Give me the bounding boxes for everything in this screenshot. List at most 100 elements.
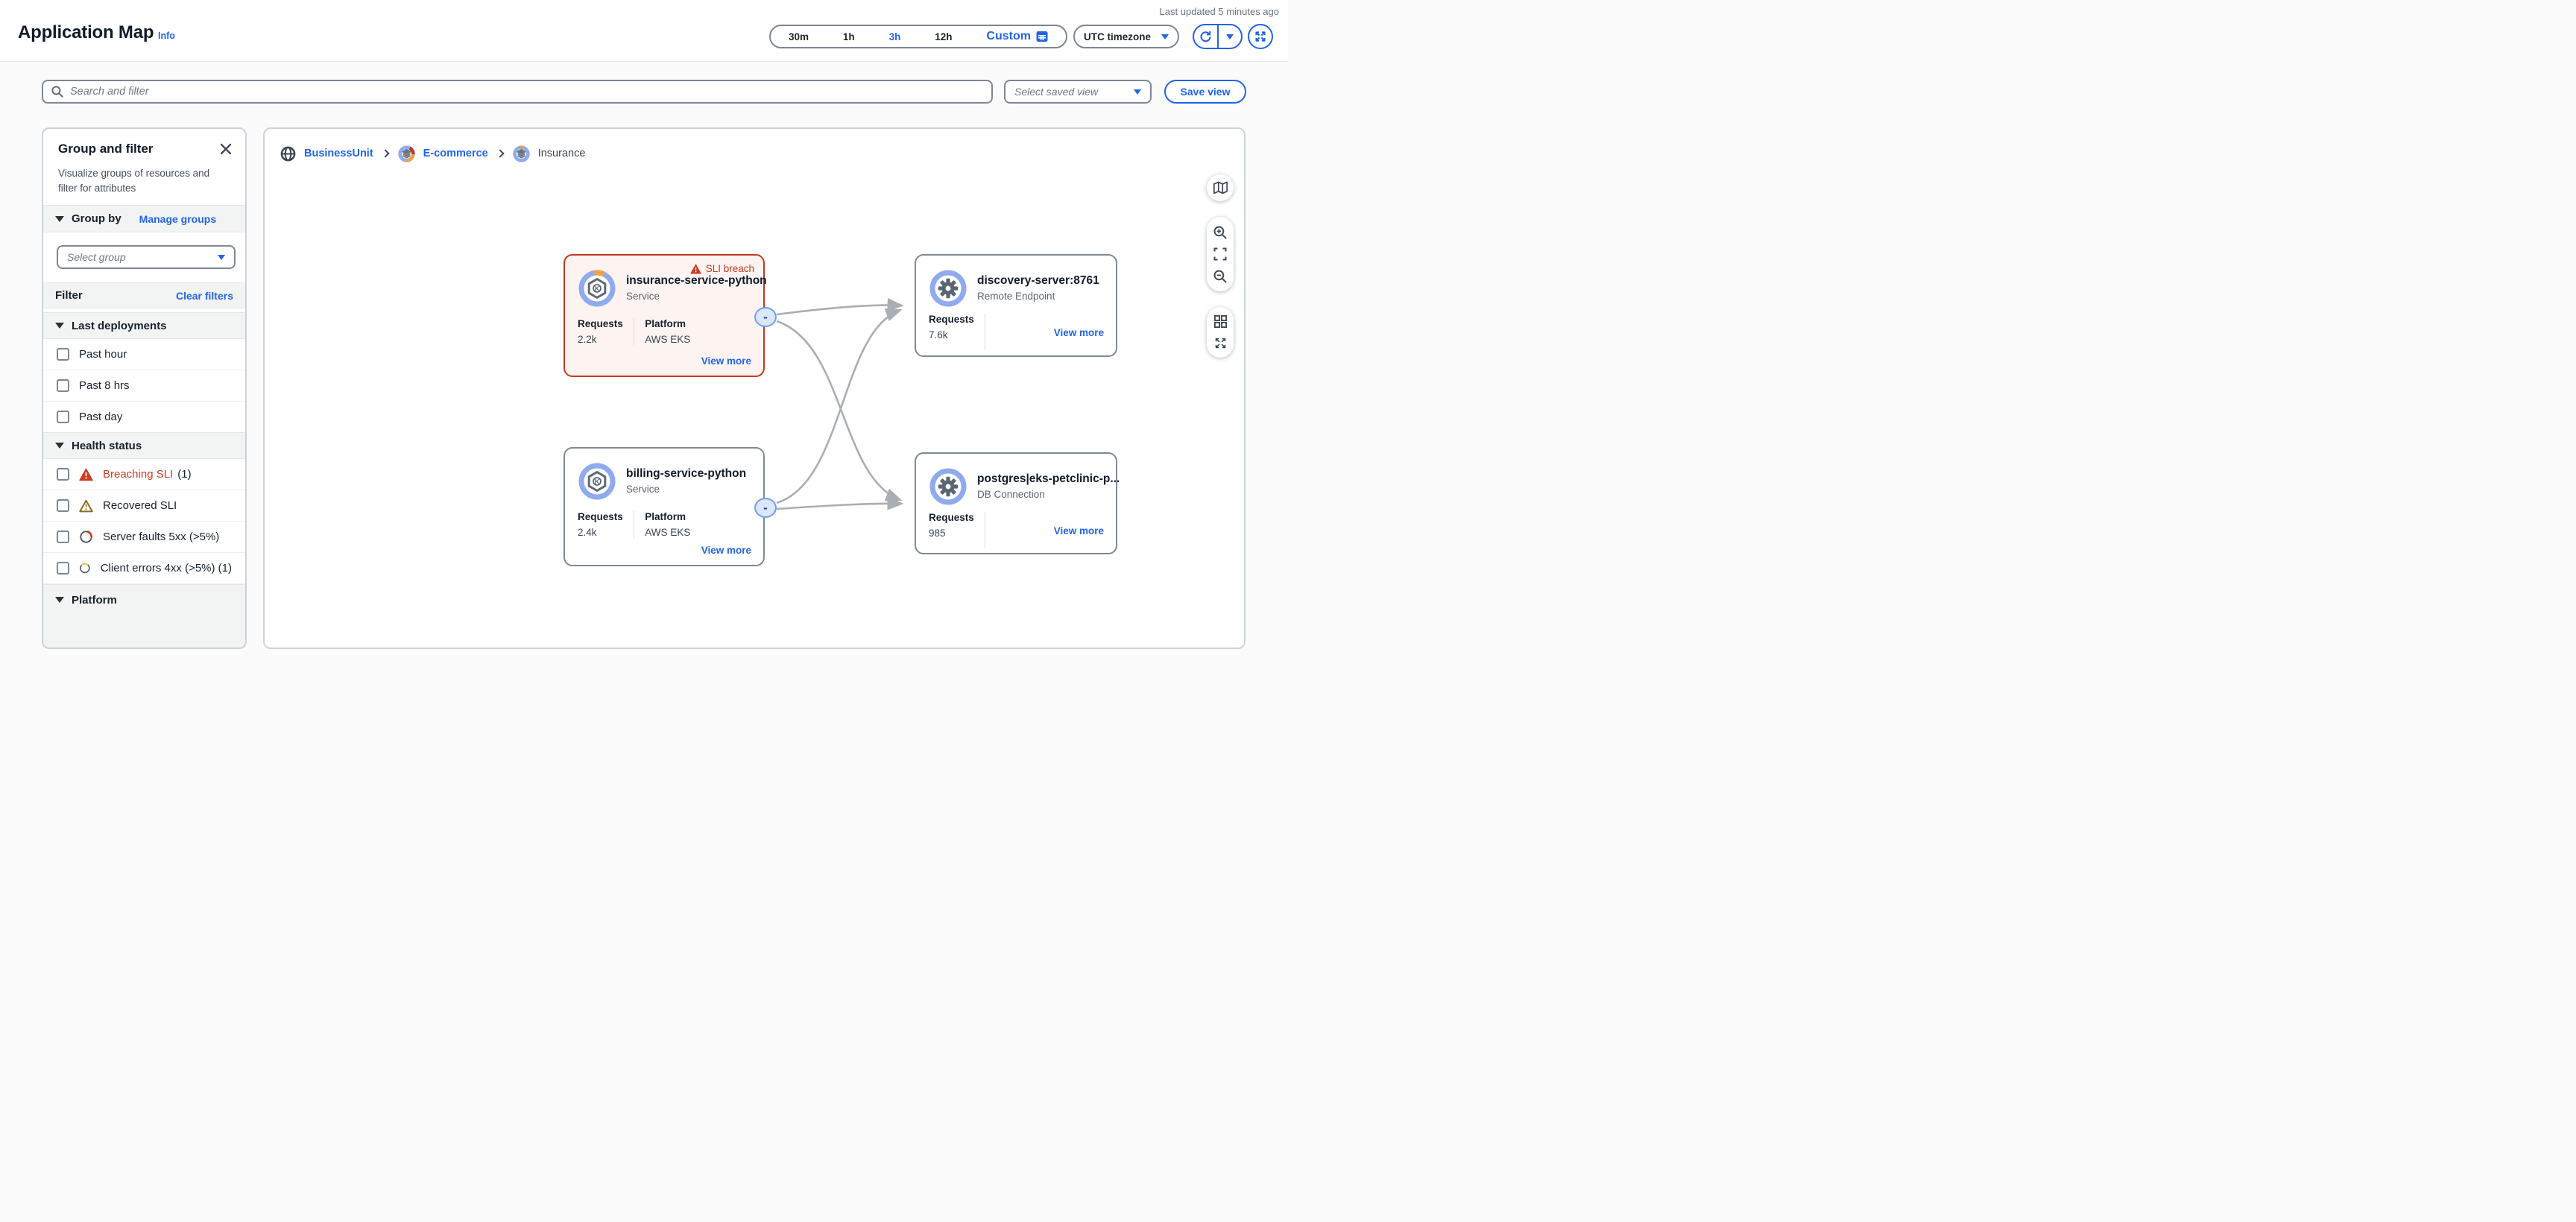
gear-icon xyxy=(938,477,958,496)
zoom-in-button[interactable] xyxy=(1213,225,1228,240)
past-day-checkbox[interactable] xyxy=(57,411,69,423)
time-range-12h[interactable]: 12h xyxy=(935,31,952,42)
manage-groups-link[interactable]: Manage groups xyxy=(139,213,216,225)
gear-icon xyxy=(938,279,958,298)
select-group-dropdown[interactable]: Select group xyxy=(57,245,236,269)
minimap-button[interactable] xyxy=(1207,174,1234,201)
group-and-filter-panel: Group and filter Visualize groups of res… xyxy=(42,127,247,649)
timezone-label: UTC timezone xyxy=(1084,31,1151,42)
collapse-node-button[interactable]: - xyxy=(754,307,777,327)
time-range-30m[interactable]: 30m xyxy=(789,31,809,42)
platform-section-header[interactable]: Platform xyxy=(43,584,245,648)
eks-service-ring-icon: K xyxy=(577,268,617,308)
server-faults-ring-icon xyxy=(79,530,93,544)
filter-row-past-day: Past day xyxy=(43,402,245,433)
warning-triangle-icon xyxy=(79,468,93,481)
chevron-right-icon xyxy=(381,149,389,157)
platform-label: Platform xyxy=(645,318,690,329)
requests-label: Requests xyxy=(578,318,623,329)
close-icon[interactable] xyxy=(218,142,233,156)
refresh-button[interactable] xyxy=(1194,25,1219,48)
node-insurance-service-python[interactable]: SLI breach K insurance-service-python Se… xyxy=(564,254,765,377)
time-range-selector: 30m 1h 3h 12h Custom xyxy=(769,25,1067,48)
view-more-link[interactable]: View more xyxy=(701,545,751,556)
remote-endpoint-ring-icon xyxy=(928,268,968,308)
server-faults-label: Server faults 5xx (>5%) xyxy=(103,531,219,543)
fullscreen-button[interactable] xyxy=(1248,24,1273,49)
chevron-down-icon xyxy=(218,255,225,260)
filter-row-past-8hrs: Past 8 hrs xyxy=(43,370,245,402)
view-more-link[interactable]: View more xyxy=(1054,525,1104,536)
server-faults-checkbox[interactable] xyxy=(57,531,69,543)
refresh-split-button xyxy=(1193,24,1243,49)
info-link[interactable]: Info xyxy=(158,31,175,41)
application-map-canvas[interactable]: BusinessUnit E-commerce Insurance xyxy=(263,127,1246,649)
breadcrumb-businessunit[interactable]: BusinessUnit xyxy=(304,148,373,159)
requests-value: 7.6k xyxy=(929,329,974,341)
zoom-out-icon xyxy=(1213,269,1228,284)
group-by-label: Group by xyxy=(72,212,121,225)
time-range-1h[interactable]: 1h xyxy=(843,31,855,42)
saved-view-dropdown[interactable]: Select saved view xyxy=(1004,80,1152,104)
timezone-dropdown[interactable]: UTC timezone xyxy=(1073,25,1179,48)
node-title: discovery-server:8761 xyxy=(977,274,1099,288)
group-by-section-header[interactable]: Group by Manage groups xyxy=(43,205,245,232)
kubernetes-icon: K xyxy=(595,478,600,485)
node-billing-service-python[interactable]: K billing-service-python Service Request… xyxy=(564,447,765,566)
past-8hrs-checkbox[interactable] xyxy=(57,379,69,392)
health-status-section-header[interactable]: Health status xyxy=(43,432,245,459)
past-hour-label: Past hour xyxy=(79,348,127,361)
zoom-out-button[interactable] xyxy=(1213,269,1228,284)
kubernetes-icon: K xyxy=(595,285,600,292)
client-errors-checkbox[interactable] xyxy=(57,562,69,574)
platform-value: AWS EKS xyxy=(645,527,690,538)
last-deployments-section-header[interactable]: Last deployments xyxy=(43,312,245,339)
minus-icon: - xyxy=(763,500,768,516)
expand-all-button[interactable] xyxy=(1213,336,1228,350)
time-range-custom[interactable]: Custom xyxy=(986,30,1048,43)
past-8hrs-label: Past 8 hrs xyxy=(79,379,130,392)
node-postgres-db[interactable]: postgres|eks-petclinic-p... DB Connectio… xyxy=(915,452,1117,554)
node-title: billing-service-python xyxy=(626,467,746,481)
platform-label: Platform xyxy=(72,594,117,607)
node-type: Service xyxy=(626,484,746,495)
layout-controls xyxy=(1207,307,1234,358)
custom-label: Custom xyxy=(986,30,1031,43)
node-title: postgres|eks-petclinic-p... xyxy=(977,472,1120,486)
view-more-link[interactable]: View more xyxy=(701,355,751,367)
past-hour-checkbox[interactable] xyxy=(57,348,69,361)
platform-label: Platform xyxy=(645,511,690,522)
node-discovery-server[interactable]: discovery-server:8761 Remote Endpoint Re… xyxy=(915,254,1117,357)
grid-layout-button[interactable] xyxy=(1213,314,1228,329)
filter-label: Filter xyxy=(55,289,83,302)
globe-icon xyxy=(280,145,297,162)
view-more-link[interactable]: View more xyxy=(1054,327,1104,338)
recovered-sli-checkbox[interactable] xyxy=(57,499,69,512)
refresh-icon xyxy=(1199,30,1213,44)
chevron-down-icon xyxy=(1134,89,1141,95)
requests-label: Requests xyxy=(929,314,974,325)
filter-section-header: Filter Clear filters xyxy=(43,282,245,308)
breaching-sli-checkbox[interactable] xyxy=(57,468,69,481)
node-title: insurance-service-python xyxy=(626,274,767,288)
zoom-controls xyxy=(1207,217,1234,291)
grid-icon xyxy=(1213,314,1228,329)
search-input[interactable] xyxy=(70,86,984,98)
map-icon xyxy=(1213,180,1228,195)
group-ring-icon-ecommerce xyxy=(397,145,416,163)
filter-row-server-faults: Server faults 5xx (>5%) xyxy=(43,522,245,553)
saved-view-placeholder: Select saved view xyxy=(1014,86,1098,98)
service-map-edges xyxy=(265,129,1246,649)
requests-value: 2.2k xyxy=(578,334,623,345)
requests-label: Requests xyxy=(929,512,974,523)
refresh-options-button[interactable] xyxy=(1219,25,1242,48)
page-title: Application Map xyxy=(18,22,154,43)
clear-filters-link[interactable]: Clear filters xyxy=(176,290,233,302)
time-range-3h-selected[interactable]: 3h xyxy=(889,31,901,42)
collapse-node-button[interactable]: - xyxy=(754,498,777,518)
fit-to-screen-button[interactable] xyxy=(1213,247,1227,261)
requests-label: Requests xyxy=(578,511,623,522)
db-connection-ring-icon xyxy=(928,466,968,507)
save-view-button[interactable]: Save view xyxy=(1164,80,1246,104)
breadcrumb-ecommerce[interactable]: E-commerce xyxy=(423,148,488,159)
